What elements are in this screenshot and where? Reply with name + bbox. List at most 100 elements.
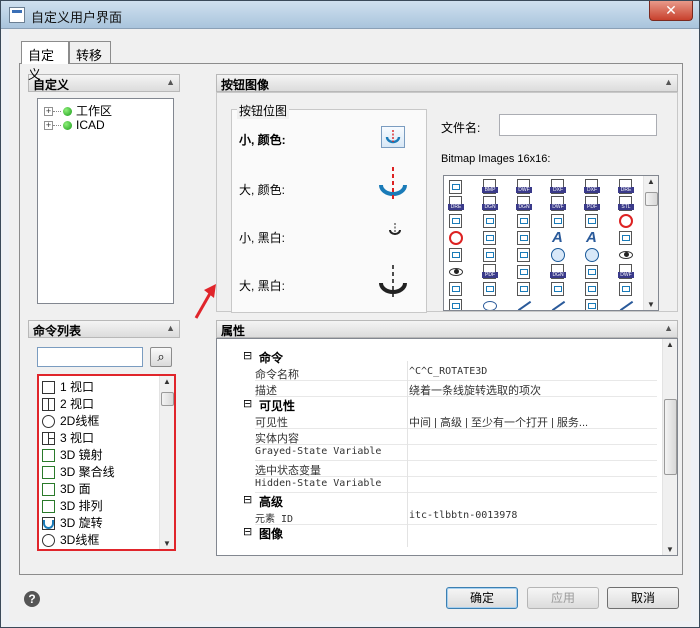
bitmap-dgn-icon[interactable]: DGN	[482, 196, 498, 212]
collapse-arrow-icon[interactable]: ▲	[166, 77, 175, 87]
command-list-item[interactable]: 3D 面	[41, 480, 91, 497]
command-list-item[interactable]: 3D 排列	[41, 497, 103, 514]
bitmap-globe-icon[interactable]	[550, 247, 566, 263]
bitmap-doc-icon[interactable]	[516, 281, 532, 297]
collapse-toggle-icon[interactable]: ⊟	[243, 397, 252, 410]
bitmap-pdf-icon[interactable]: PDF	[482, 264, 498, 280]
command-list-header[interactable]: 命令列表 ▲	[28, 320, 180, 338]
small-color-preview[interactable]	[381, 126, 405, 148]
cancel-button[interactable]: 取消	[607, 587, 679, 609]
property-row[interactable]: 元素 ID itc-tlbbtn-0013978	[217, 509, 657, 525]
property-category[interactable]: ⊟ 高级	[217, 493, 657, 509]
bitmap-ruler-icon[interactable]	[482, 230, 498, 246]
bitmap-curve-icon[interactable]	[550, 298, 566, 310]
collapse-toggle-icon[interactable]: ⊟	[243, 525, 252, 538]
collapse-arrow-icon[interactable]: ▲	[664, 77, 673, 87]
icon-grid-scrollbar[interactable]: ▲ ▼	[643, 176, 658, 310]
bitmap-pdf-icon[interactable]: PDF	[584, 196, 600, 212]
bitmap-a-icon[interactable]: A	[550, 229, 566, 246]
command-list[interactable]: 1 视口 2 视口 2D线框 3 视口 3D 镜射 3D 聚合线 3D 面 3D 排列 3D 旋…	[37, 374, 176, 551]
property-row[interactable]: Hidden-State Variable	[217, 477, 657, 493]
tree-node-workspace[interactable]: + 工作区	[44, 102, 112, 118]
find-button[interactable]: ⌕	[150, 347, 172, 367]
bitmap-dwf-icon[interactable]: DWF	[550, 196, 566, 212]
property-row[interactable]: 可见性 中间 | 高级 | 至少有一个打开 | 服务...	[217, 413, 657, 429]
bitmap-dre-icon[interactable]: DRE	[618, 179, 634, 195]
collapse-arrow-icon[interactable]: ▲	[166, 323, 175, 333]
property-value[interactable]: itc-tlbbtn-0013978	[409, 510, 517, 521]
tab-customize[interactable]: 自定义	[21, 41, 69, 82]
command-list-item[interactable]: 3 视口	[41, 429, 94, 446]
title-bar[interactable]: 自定义用户界面 ✕	[1, 1, 699, 29]
bitmap-a-icon[interactable]: A	[584, 229, 600, 246]
command-list-item[interactable]: 1 视口	[41, 378, 94, 395]
property-value[interactable]: ^C^C_ROTATE3D	[409, 366, 487, 377]
property-row[interactable]: 选中状态变量	[217, 461, 657, 477]
bitmap-doc-icon[interactable]	[482, 247, 498, 263]
bitmap-dwf-icon[interactable]: DWF	[618, 264, 634, 280]
bitmap-ban-icon[interactable]	[448, 230, 464, 246]
properties-grid[interactable]: ⊟ 命令 命令名称 ^C^C_ROTATE3D 描述 绕着一条线旋转选取的项次 ⊟ 可见性 可见…	[216, 338, 678, 556]
bitmap-doc-icon[interactable]	[550, 281, 566, 297]
property-category[interactable]: ⊟ 命令	[217, 349, 657, 365]
bitmap-dgn-icon[interactable]: DGN	[516, 196, 532, 212]
bitmap-pencil-icon[interactable]	[618, 298, 634, 310]
bitmap-grid-icon[interactable]	[516, 230, 532, 246]
property-row[interactable]: 命令名称 ^C^C_ROTATE3D	[217, 365, 657, 381]
bitmap-dwf-icon[interactable]: DWF	[516, 179, 532, 195]
collapse-arrow-icon[interactable]: ▲	[664, 323, 673, 333]
command-list-item[interactable]: 2D线框	[41, 412, 99, 429]
command-search-input[interactable]	[37, 347, 143, 367]
bitmap-doc-icon[interactable]	[516, 247, 532, 263]
property-row[interactable]: 实体内容	[217, 429, 657, 445]
customize-tree[interactable]: + 工作区 + ICAD	[37, 98, 174, 304]
bitmap-doc-icon[interactable]	[618, 281, 634, 297]
bitmap-dre-icon[interactable]: DRE	[448, 196, 464, 212]
command-list-item[interactable]: 2 视口	[41, 395, 94, 412]
apply-button[interactable]: 应用	[527, 587, 599, 609]
property-row[interactable]: 描述 绕着一条线旋转选取的项次	[217, 381, 657, 397]
bitmap-icon-grid[interactable]: BMP DWF DXF DXF DRE DRE DGN DGN DWF PDF STL A A PDF DG…	[443, 175, 659, 311]
bitmap-globe-icon[interactable]	[584, 247, 600, 263]
bitmap-eye-icon[interactable]	[448, 264, 464, 280]
scroll-thumb[interactable]	[645, 192, 658, 206]
command-list-item[interactable]: 3D 镜射	[41, 446, 103, 463]
bitmap-ban-icon[interactable]	[618, 213, 634, 229]
bitmap-poly-icon[interactable]	[584, 298, 600, 310]
tab-transfer[interactable]: 转移	[69, 41, 111, 63]
bitmap-bmp-icon[interactable]: BMP	[482, 179, 498, 195]
command-list-item[interactable]: 3D线框	[41, 531, 99, 548]
property-category[interactable]: ⊟ 可见性	[217, 397, 657, 413]
scroll-up-arrow-icon[interactable]: ▲	[663, 340, 677, 349]
scroll-down-arrow-icon[interactable]: ▼	[644, 300, 658, 309]
bitmap-doc-icon[interactable]	[482, 281, 498, 297]
property-category[interactable]: ⊟ 图像	[217, 525, 657, 541]
scroll-thumb[interactable]	[161, 392, 174, 406]
command-list-item[interactable]: 3D 旋转	[41, 514, 103, 531]
scroll-up-arrow-icon[interactable]: ▲	[644, 177, 658, 186]
bitmap-stl-icon[interactable]: STL	[618, 196, 634, 212]
bitmap-frame-icon[interactable]	[448, 298, 464, 310]
close-button[interactable]: ✕	[649, 1, 693, 21]
button-image-header[interactable]: 按钮图像 ▲	[216, 74, 678, 92]
bitmap-doc-icon[interactable]	[516, 264, 532, 280]
ok-button[interactable]: 确定	[446, 587, 518, 609]
bitmap-doc-icon[interactable]	[618, 230, 634, 246]
scroll-down-arrow-icon[interactable]: ▼	[663, 545, 677, 554]
bitmap-doc-icon[interactable]	[584, 281, 600, 297]
bitmap-dxf-icon[interactable]: DXF	[550, 179, 566, 195]
bitmap-flask-icon[interactable]	[448, 179, 464, 195]
filename-input[interactable]	[499, 114, 657, 136]
scroll-down-arrow-icon[interactable]: ▼	[160, 539, 174, 548]
bitmap-check-icon[interactable]	[448, 213, 464, 229]
bitmap-dgn-icon[interactable]: DGN	[550, 264, 566, 280]
bitmap-grid-icon[interactable]	[584, 213, 600, 229]
customize-panel-header[interactable]: 自定义 ▲	[28, 74, 180, 92]
expand-icon[interactable]: +	[44, 121, 53, 131]
bitmap-doc-icon[interactable]	[448, 281, 464, 297]
bitmap-grid-icon[interactable]	[516, 213, 532, 229]
collapse-toggle-icon[interactable]: ⊟	[243, 493, 252, 506]
bitmap-eye-icon[interactable]	[618, 247, 634, 263]
scroll-up-arrow-icon[interactable]: ▲	[160, 377, 174, 386]
bitmap-doc-icon[interactable]	[448, 247, 464, 263]
